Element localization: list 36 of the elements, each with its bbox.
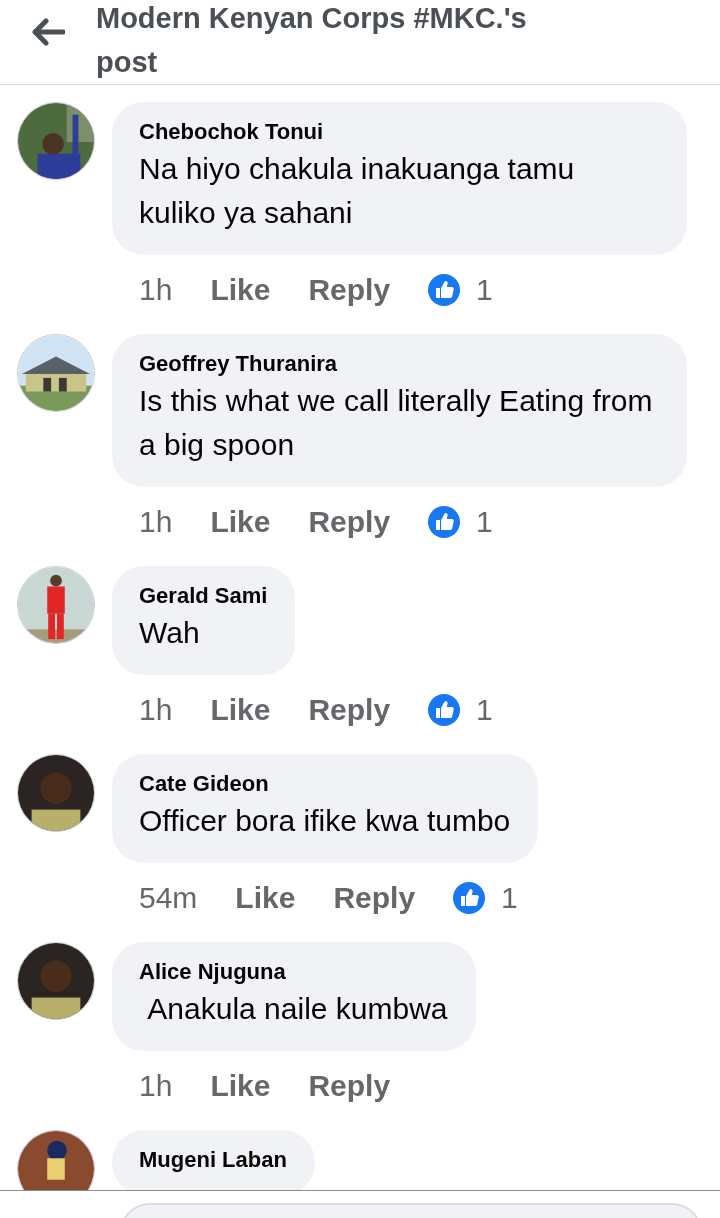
comment-text: Wah [139,615,201,651]
like-icon [428,274,461,306]
like-icon [428,506,461,538]
reply-button[interactable]: Reply [333,881,416,915]
page-title: Modern Kenyan Corps #MKC.'s post [96,1,528,80]
like-button[interactable]: Like [210,1069,271,1103]
comment-author: Chebochok Tonui [139,118,325,146]
back-arrow-icon [31,18,65,46]
reply-button[interactable]: Reply [308,505,391,539]
comment-text: Anakula naile kumbwa [146,991,448,1027]
comment-time: 54m [139,881,198,915]
reply-button[interactable]: Reply [308,1069,391,1103]
like-button[interactable]: Like [235,881,296,915]
like-button[interactable]: Like [210,505,271,539]
reaction-count: 1 [476,505,493,539]
like-icon [453,882,486,914]
reply-button[interactable]: Reply [308,693,391,727]
reply-button[interactable]: Reply [308,273,391,307]
comment-text: Na hiyo chakula inakuanga tamu kuliko ya sahani [139,151,576,231]
comment-author: Geoffrey Thuranira [139,350,339,378]
comment-time: 1h [139,1069,173,1103]
comment-time: 1h [139,273,173,307]
comment-text: Officer bora ifike kwa tumbo [139,803,511,839]
comment-author: Gerald Sami [139,582,268,610]
reaction-count: 1 [501,881,518,915]
comment-text: Is this what we call literally Eating from a big spoon [139,383,654,463]
reaction-count: 1 [476,693,493,727]
comment-time: 1h [139,505,173,539]
comment-author: Mugeni Laban [139,1146,287,1174]
comment-time: 1h [139,693,173,727]
comment-author: Cate Gideon [139,770,270,798]
like-button[interactable]: Like [210,693,271,727]
comment-author: Alice Njuguna [139,958,287,986]
reaction-count: 1 [476,273,493,307]
like-icon [428,694,461,726]
like-button[interactable]: Like [210,273,271,307]
